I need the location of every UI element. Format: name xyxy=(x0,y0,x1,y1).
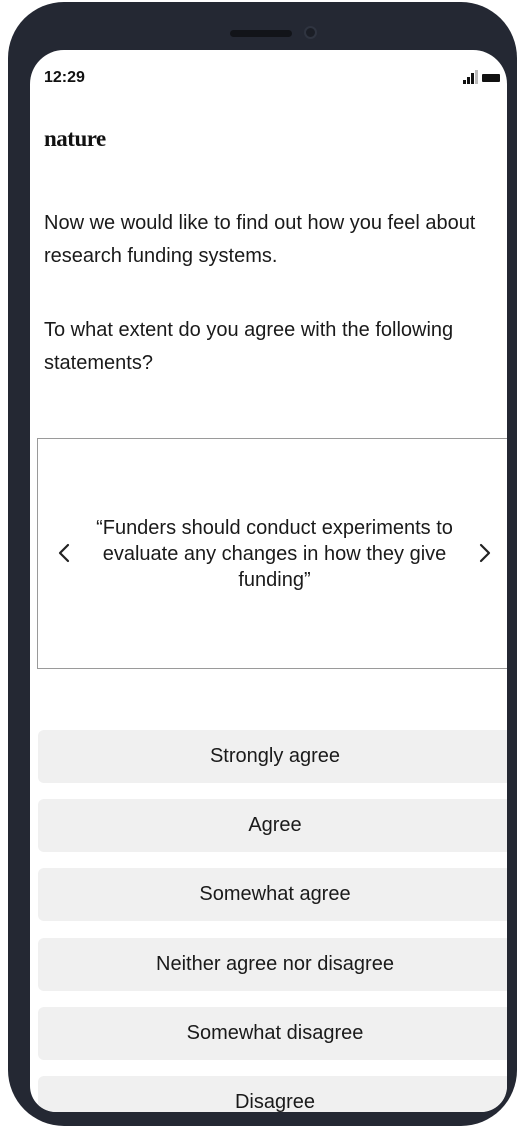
option-somewhat-agree-button[interactable]: Somewhat agree xyxy=(38,868,507,921)
battery-icon xyxy=(482,74,500,82)
survey-intro-text: Now we would like to find out how you fe… xyxy=(44,212,476,267)
survey-question-text: To what extent do you agree with the fol… xyxy=(44,319,454,374)
speaker-grille xyxy=(230,30,292,37)
option-somewhat-disagree-button[interactable]: Somewhat disagree xyxy=(38,1007,507,1060)
option-agree-button[interactable]: Agree xyxy=(38,799,507,852)
chevron-left-icon[interactable] xyxy=(56,541,72,565)
nature-logo: nature xyxy=(44,126,106,151)
phone-frame: 12:29 nature Now we would like to find o… xyxy=(8,2,517,1126)
side-button xyxy=(13,128,21,168)
statement-text: “Funders should conduct experiments to e… xyxy=(96,517,453,591)
front-camera xyxy=(304,26,317,39)
option-disagree-button[interactable]: Disagree xyxy=(38,1076,507,1112)
status-bar: 12:29 xyxy=(30,50,507,100)
side-button xyxy=(13,210,21,276)
screen: 12:29 nature Now we would like to find o… xyxy=(30,50,507,1112)
chevron-right-icon[interactable] xyxy=(477,541,493,565)
status-time: 12:29 xyxy=(44,69,85,86)
side-button xyxy=(13,296,21,362)
cellular-signal-icon xyxy=(463,70,479,84)
option-strongly-agree-button[interactable]: Strongly agree xyxy=(38,730,507,783)
statement-card: “Funders should conduct experiments to e… xyxy=(37,438,507,669)
option-neither-button[interactable]: Neither agree nor disagree xyxy=(38,938,507,991)
